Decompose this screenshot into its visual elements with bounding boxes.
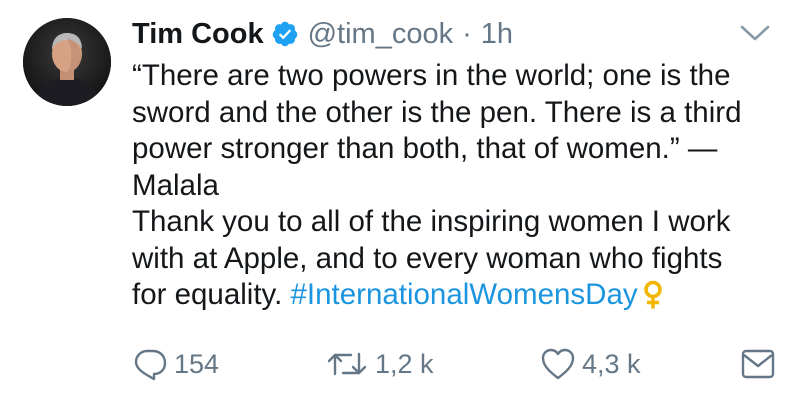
- reply-button[interactable]: 154: [132, 344, 219, 384]
- retweet-icon: [325, 347, 369, 381]
- verified-badge-icon: [271, 20, 299, 48]
- retweet-button[interactable]: 1,2 k: [325, 344, 434, 384]
- venus-symbol-icon: [642, 280, 664, 310]
- like-button[interactable]: 4,3 k: [540, 344, 641, 384]
- tweet-text: “There are two powers in the world; one …: [132, 58, 782, 314]
- tweet-actions: 154 1,2 k 4,3 k: [0, 344, 800, 384]
- reply-count: 154: [174, 348, 220, 379]
- tweet-header: Tim Cook @tim_cook · 1h: [132, 14, 513, 54]
- text-line: Malala: [132, 168, 219, 202]
- chevron-down-icon[interactable]: [738, 22, 772, 44]
- text-line: for equality. #InternationalWomensDay: [132, 277, 782, 314]
- text-line: “There are two powers in the world; one …: [132, 59, 731, 92]
- author-name[interactable]: Tim Cook: [132, 18, 264, 51]
- text-line: with at Apple, and to every woman who fi…: [132, 241, 723, 275]
- hashtag-link[interactable]: #InternationalWomensDay: [291, 278, 638, 311]
- text-line: power stronger than both, that of women.…: [132, 132, 718, 165]
- text-line: Thank you to all of the inspiring women …: [132, 205, 731, 238]
- timestamp[interactable]: 1h: [481, 18, 513, 51]
- text-segment: for equality.: [132, 278, 283, 311]
- like-icon: [540, 347, 576, 381]
- author-handle[interactable]: @tim_cook: [308, 18, 453, 51]
- text-line: sword and the other is the pen. There is…: [132, 95, 742, 129]
- like-count: 4,3 k: [582, 348, 641, 379]
- tweet: Tim Cook @tim_cook · 1h “There are two p…: [0, 0, 800, 405]
- direct-message-button[interactable]: [740, 344, 776, 384]
- retweet-count: 1,2 k: [375, 348, 434, 379]
- reply-icon: [132, 347, 168, 381]
- avatar[interactable]: [23, 18, 111, 106]
- direct-message-icon: [740, 347, 776, 381]
- separator: ·: [462, 17, 472, 50]
